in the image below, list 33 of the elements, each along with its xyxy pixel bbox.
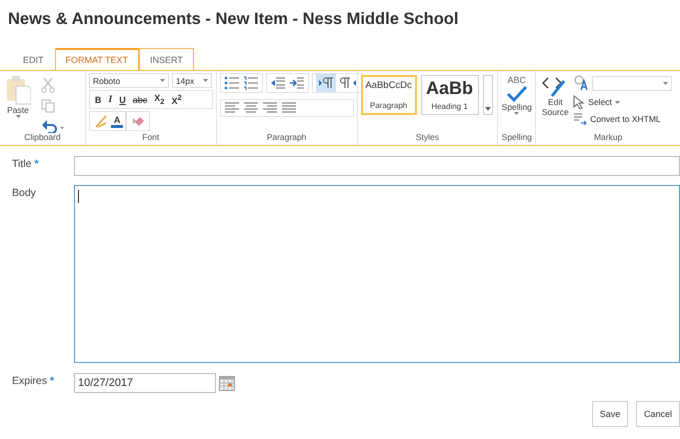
paste-button[interactable]: Paste — [3, 73, 33, 120]
format-button[interactable]: X$^{2}$ — [168, 93, 185, 106]
group-label: Clipboard — [23, 131, 62, 144]
cancel-button[interactable]: Cancel — [636, 401, 680, 427]
font-family-dropdown[interactable]: Roboto — [88, 73, 169, 88]
page-title: News & Announcements - New Item - Ness Middle School — [7, 9, 460, 30]
save-button[interactable]: Save — [592, 401, 628, 427]
required-mark: * — [34, 158, 39, 172]
field-label: Title — [12, 158, 32, 172]
group-label: Markup — [592, 131, 624, 144]
group-label: Styles — [414, 131, 440, 144]
format-button[interactable]: X$_{2}$ — [151, 93, 168, 106]
format-button[interactable]: I — [105, 94, 116, 105]
spelling-button[interactable]: ABC Spelling — [501, 73, 532, 117]
format-button[interactable]: B — [92, 94, 104, 104]
font-size-dropdown[interactable]: 14px — [172, 73, 212, 88]
field-label: Body — [12, 187, 36, 201]
style-gallery-item[interactable]: AaBb Heading 1 — [420, 75, 479, 115]
group-label: Font — [141, 131, 160, 144]
field-label: Expires — [12, 375, 48, 389]
required-mark: * — [50, 375, 54, 389]
style-gallery-item[interactable]: AaBbCcDc Paragraph — [360, 75, 417, 115]
format-button[interactable]: abc — [130, 94, 150, 104]
font-name: Roboto — [92, 76, 120, 86]
convert-button[interactable]: Convert to XHTML — [573, 113, 661, 125]
ribbon-tab[interactable]: INSERT — [139, 48, 194, 70]
select-button[interactable]: Select — [573, 95, 620, 109]
format-button[interactable]: U — [116, 94, 129, 104]
group-label: Spelling — [501, 131, 532, 144]
group-label: Paragraph — [266, 131, 308, 144]
date-field[interactable]: 10/27/2017 — [74, 373, 216, 393]
font-size: 14px — [176, 76, 194, 86]
edit-source-button[interactable]: Edit Source — [539, 73, 572, 120]
